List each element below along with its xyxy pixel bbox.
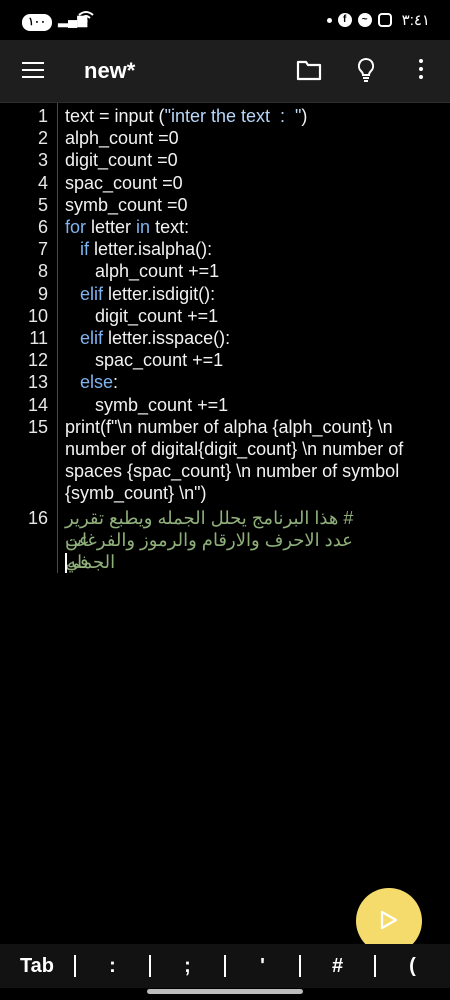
key-4[interactable]: # bbox=[301, 955, 374, 978]
code-token: spac_count =0 bbox=[65, 172, 183, 193]
line-number: 12 bbox=[27, 350, 48, 371]
code-token: print(f"\n number of alpha {alph_count} … bbox=[65, 416, 393, 437]
code-text: else: bbox=[65, 371, 445, 393]
clock: ٣:٤١ bbox=[401, 12, 430, 29]
code-text: elif letter.isspace(): bbox=[65, 327, 445, 349]
code-token: alph_count =0 bbox=[65, 128, 179, 149]
key-2[interactable]: ; bbox=[151, 955, 224, 978]
code-token: : bbox=[113, 372, 119, 393]
string-token: "inter the text : " bbox=[164, 106, 302, 126]
line-number: 13 bbox=[27, 372, 48, 393]
line-number: 9 bbox=[37, 283, 48, 304]
symbol-keybar: Tab:; ' #( bbox=[0, 944, 450, 988]
code-text: elif letter.isdigit(): bbox=[65, 283, 445, 305]
line-number: 10 bbox=[27, 305, 48, 326]
line-number: 8 bbox=[37, 261, 48, 282]
code-text: spac_count +=1 bbox=[65, 349, 445, 371]
battery-icon: ١٠٠ bbox=[22, 14, 52, 31]
play-icon bbox=[380, 910, 398, 930]
key-3[interactable]: ' bbox=[226, 955, 299, 978]
code-text: spaces {spac_count} \n number of symbol bbox=[65, 460, 445, 482]
comment-text: عدد الاحرف والارقام والرموز والفرغات في bbox=[59, 529, 353, 572]
more-vert-icon[interactable] bbox=[414, 59, 428, 81]
code-editor[interactable]: 1 text = input ("inter the text : ") 2 alph… bbox=[0, 103, 450, 943]
line-number: 7 bbox=[37, 239, 48, 260]
keyword-token: else bbox=[80, 372, 114, 393]
comment-text: # هذا البرنامج يحلل الجمله ويطبع تقرير ع… bbox=[59, 507, 354, 550]
code-text: for letter in text: bbox=[65, 216, 445, 238]
code-token: symb_count =0 bbox=[65, 194, 188, 215]
instagram-icon bbox=[377, 13, 392, 27]
folder-icon[interactable] bbox=[296, 59, 322, 86]
keyword-token: elif bbox=[80, 283, 104, 304]
code-text: alph_count +=1 bbox=[65, 260, 445, 282]
code-token: {symb_count} \n") bbox=[65, 483, 207, 504]
code-text: {symb_count} \n") bbox=[65, 482, 445, 504]
code-token: alph_count +=1 bbox=[95, 261, 220, 282]
code-token: letter.isdigit(): bbox=[103, 283, 216, 304]
gutter-divider bbox=[57, 103, 58, 573]
code-token: text = input ( bbox=[65, 106, 165, 126]
code-token: digit_count =0 bbox=[65, 150, 178, 171]
line-number: 3 bbox=[37, 150, 48, 171]
code-token: ) bbox=[301, 106, 308, 126]
home-indicator[interactable] bbox=[147, 989, 303, 994]
dot-icon bbox=[326, 17, 332, 23]
wifi-icon bbox=[78, 10, 94, 27]
keyword-token: elif bbox=[80, 328, 104, 348]
code-token: letter.isspace(): bbox=[103, 328, 231, 348]
line-number: 6 bbox=[37, 217, 48, 237]
key-1[interactable]: : bbox=[76, 955, 149, 978]
code-token: digit_count +=1 bbox=[95, 305, 219, 326]
code-token: text: bbox=[150, 217, 190, 237]
comment-text: الجمله bbox=[65, 551, 116, 574]
code-token: spaces {spac_count} \n number of symbol bbox=[65, 461, 400, 482]
code-text: spac_count =0 bbox=[65, 172, 445, 194]
keyword-token: for bbox=[65, 217, 87, 237]
code-token: symb_count +=1 bbox=[95, 394, 229, 415]
comment-block: # هذا البرنامج يحلل الجمله ويطبع تقرير ع… bbox=[65, 507, 365, 574]
code-token: spac_count +=1 bbox=[95, 350, 224, 371]
text-cursor bbox=[65, 553, 67, 574]
status-bar: ١٠٠ ▂▄▆ f ~ ٣:٤١ bbox=[0, 0, 450, 40]
line-number: 5 bbox=[37, 194, 48, 215]
code-text: print(f"\n number of alpha {alph_count} … bbox=[65, 416, 445, 438]
line-number: 14 bbox=[27, 394, 48, 415]
code-text: text = input ("inter the text : ") bbox=[65, 105, 445, 127]
code-text: digit_count =0 bbox=[65, 149, 445, 171]
app-bar: new* bbox=[0, 40, 450, 103]
code-text: alph_count =0 bbox=[65, 127, 445, 149]
file-title: new* bbox=[84, 58, 136, 83]
code-token: letter.isalpha(): bbox=[89, 239, 213, 260]
line-number: 15 bbox=[27, 416, 48, 437]
facebook-icon: f bbox=[337, 13, 352, 27]
code-text: symb_count =0 bbox=[65, 194, 445, 216]
keyword-token: in bbox=[136, 217, 151, 237]
lightbulb-icon[interactable] bbox=[356, 57, 376, 88]
code-token: letter bbox=[86, 217, 137, 237]
line-number: 16 bbox=[27, 507, 48, 528]
line-number: 2 bbox=[37, 128, 48, 149]
messenger-icon: ~ bbox=[357, 13, 372, 27]
menu-icon[interactable] bbox=[22, 62, 44, 78]
line-number: 11 bbox=[29, 328, 48, 348]
code-text: symb_count +=1 bbox=[65, 394, 445, 416]
keyword-token: if bbox=[80, 239, 90, 260]
code-text: number of digital{digit_count} \n number… bbox=[65, 438, 445, 460]
line-number: 4 bbox=[37, 172, 48, 193]
code-text: digit_count +=1 bbox=[65, 305, 445, 327]
code-token: number of digital{digit_count} \n number… bbox=[65, 439, 404, 459]
key-5[interactable]: ( bbox=[376, 955, 449, 978]
code-text: if letter.isalpha(): bbox=[65, 238, 445, 260]
line-number: 1 bbox=[37, 106, 48, 126]
notification-area: f ~ ٣:٤١ bbox=[326, 11, 430, 29]
key-0[interactable]: Tab bbox=[0, 955, 74, 978]
